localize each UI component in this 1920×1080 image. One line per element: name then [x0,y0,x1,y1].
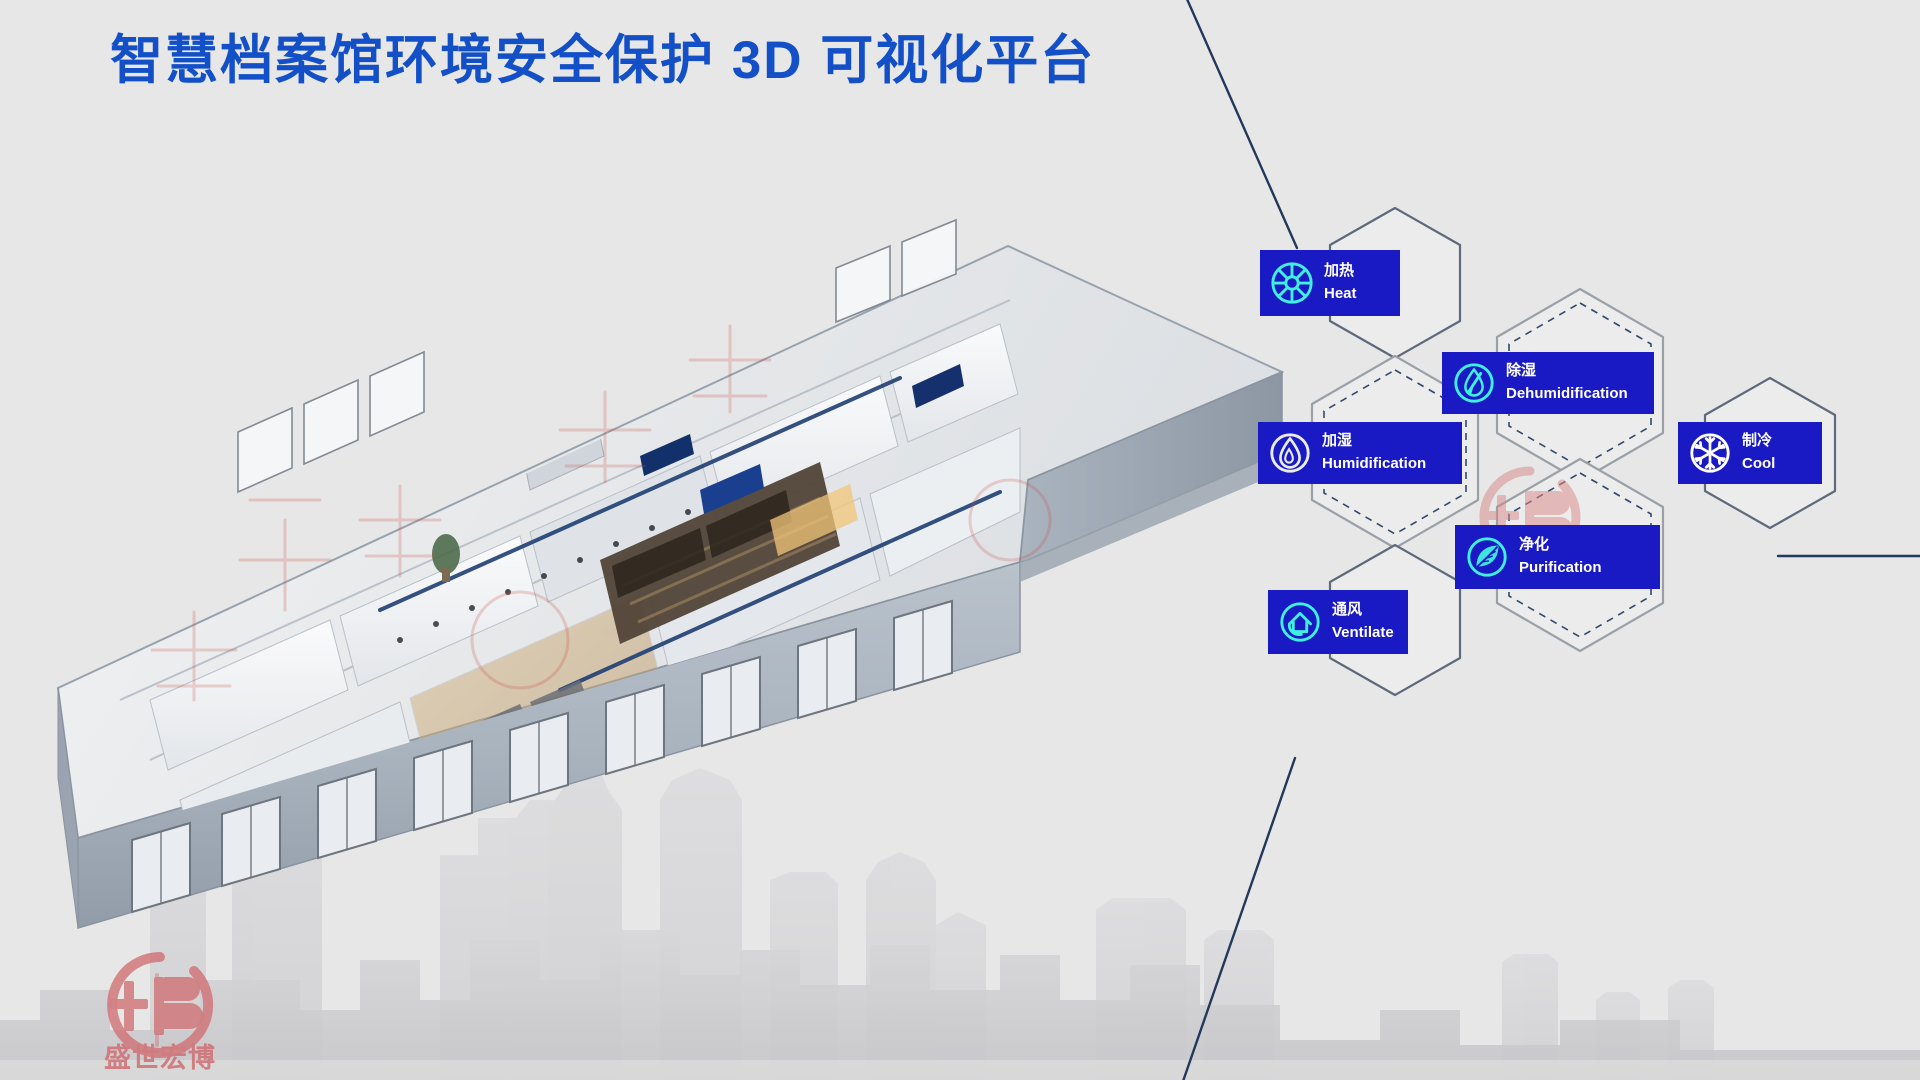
module-badge-humidification[interactable]: 加湿 Humidification [1258,422,1462,484]
fan-heater-icon [1266,257,1318,309]
hvac-module-cluster: 盛世宏博 加热 Heat [1210,200,1920,840]
module-label-en: Humidification [1322,455,1427,472]
module-label-cn: 净化 [1519,536,1550,554]
module-badge-cool[interactable]: 制冷 Cool [1678,422,1822,484]
module-label-cn: 通风 [1332,601,1363,619]
platform-canvas: 智慧档案馆环境安全保护 3D 可视化平台 加热 Heat 除湿 Dehumidi… [0,0,1920,1080]
module-badge-dehumidification[interactable]: 除湿 Dehumidification [1442,352,1654,414]
module-label-cn: 除湿 [1506,362,1537,380]
module-label-cn: 制冷 [1742,432,1773,450]
droplet-icon [1264,427,1316,479]
module-label-en: Ventilate [1332,624,1394,641]
droplet-crossed-icon [1448,357,1500,409]
module-label-en: Cool [1742,455,1776,472]
module-label-en: Dehumidification [1506,385,1628,402]
snowflake-icon [1684,427,1736,479]
module-badge-purification[interactable]: 净化 Purification [1455,525,1660,589]
module-label-cn: 加湿 [1322,432,1353,450]
module-label-en: Purification [1519,559,1602,576]
module-badge-heat[interactable]: 加热 Heat [1260,250,1400,316]
module-badge-ventilate[interactable]: 通风 Ventilate [1268,590,1408,654]
module-label-en: Heat [1324,285,1357,302]
house-recycle-icon [1274,596,1326,648]
module-label-cn: 加热 [1324,262,1355,280]
leaf-icon [1461,531,1513,583]
